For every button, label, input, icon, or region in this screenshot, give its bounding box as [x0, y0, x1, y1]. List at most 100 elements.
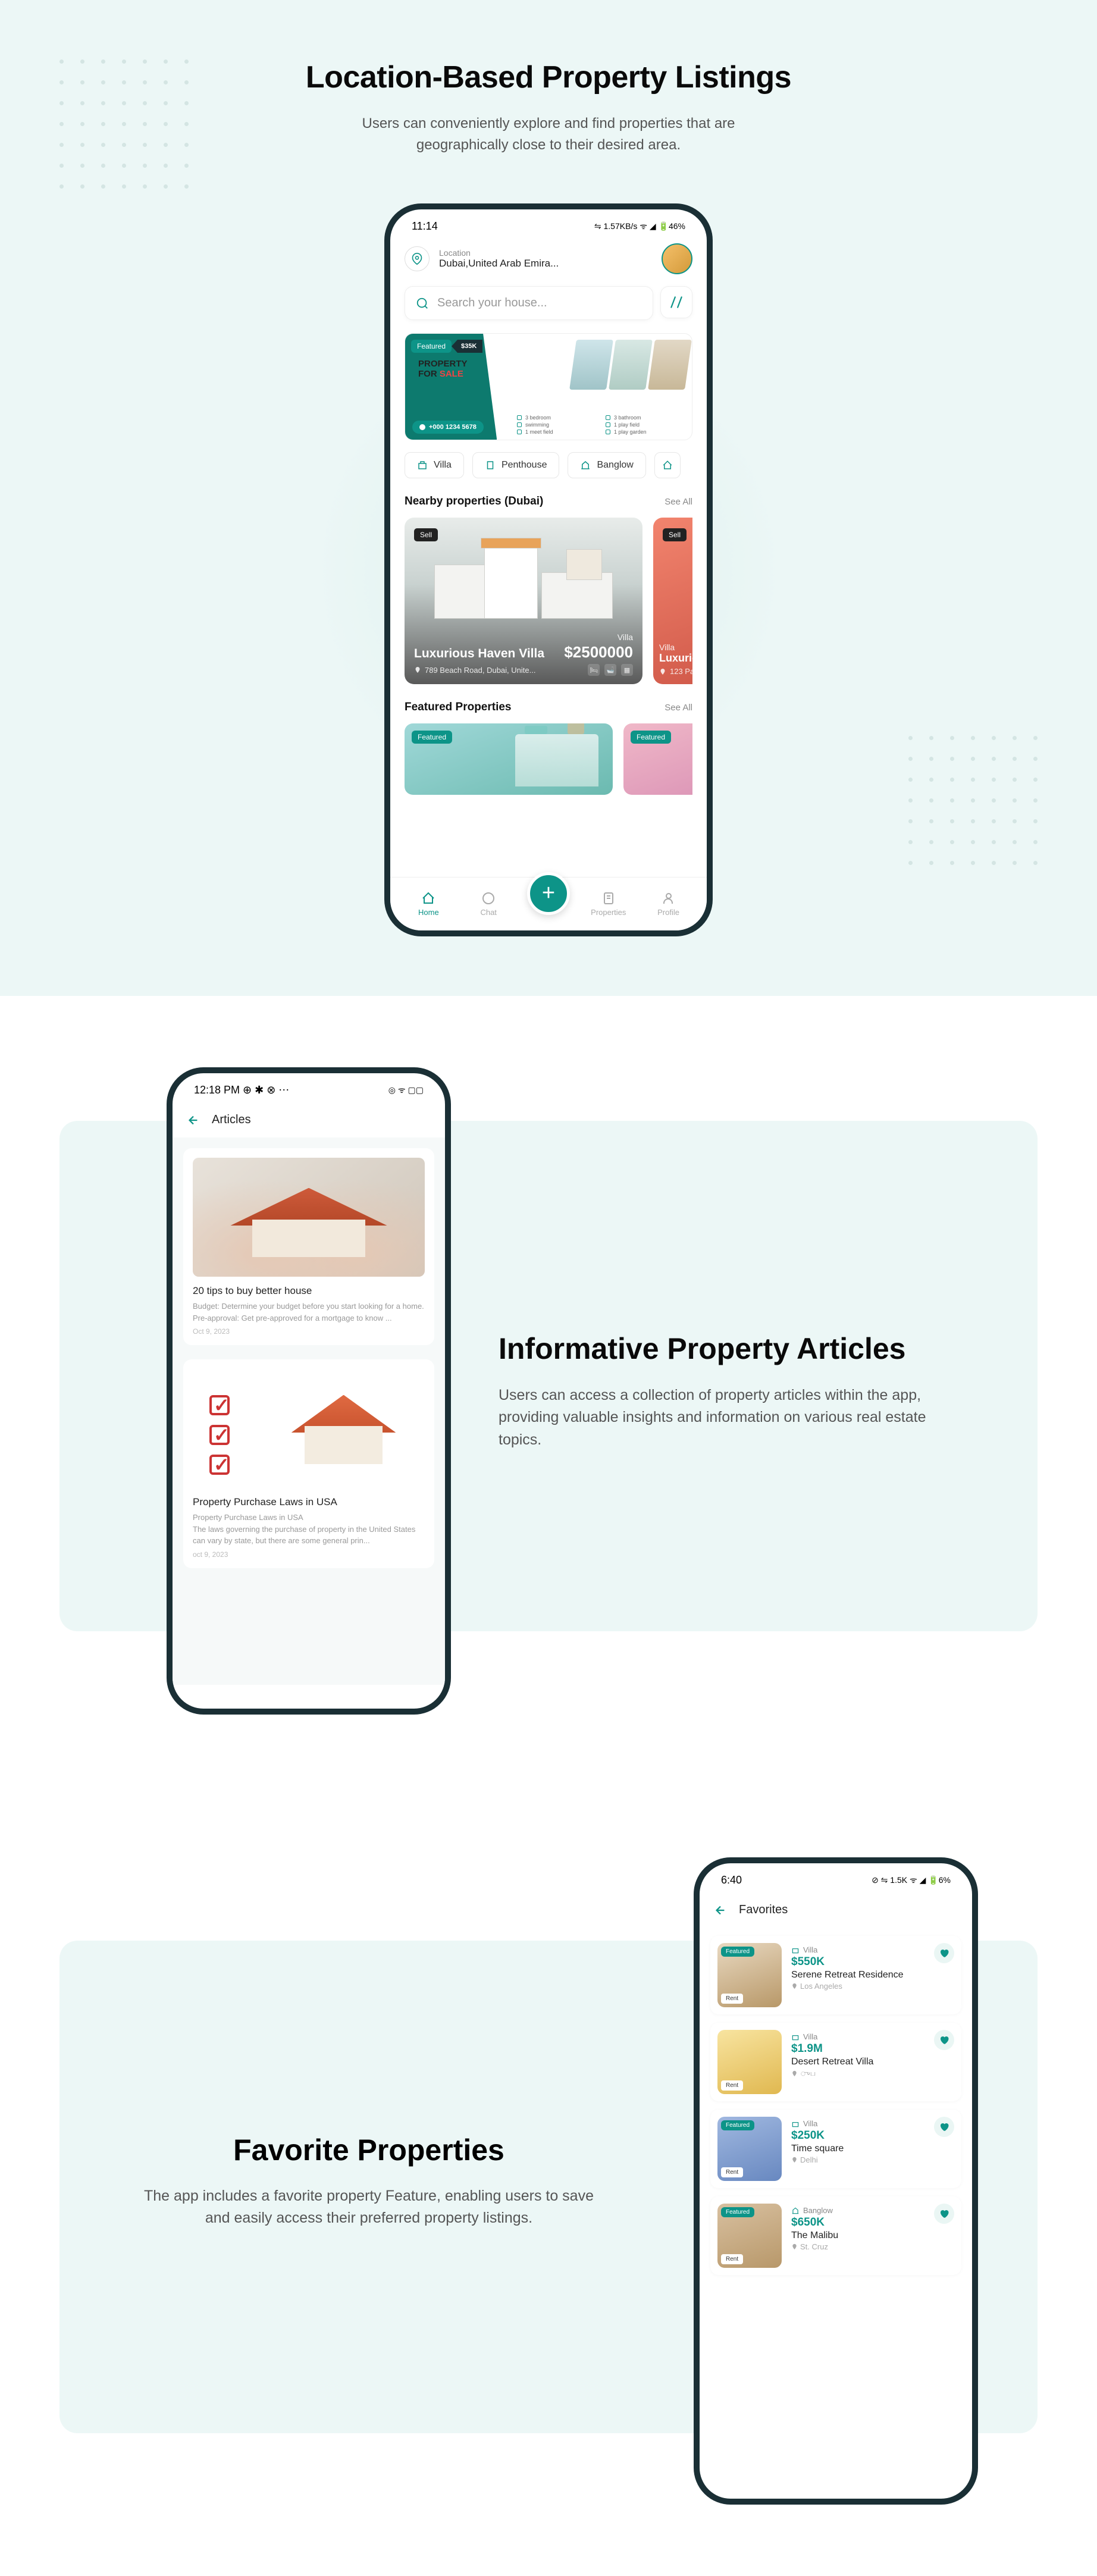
chip-villa[interactable]: Villa	[405, 452, 464, 478]
property-title: Luxurious Haven Villa	[414, 647, 544, 661]
featured-see-all[interactable]: See All	[665, 703, 692, 713]
favorite-name: Time square	[791, 2143, 954, 2154]
amenity-icon: 🛁	[604, 664, 616, 676]
featured-card[interactable]: Featured	[623, 723, 692, 795]
article-card[interactable]: 20 tips to buy better house Budget: Dete…	[183, 1148, 434, 1345]
favorite-item[interactable]: Featured Rent Banglow $650K The Malibu S…	[710, 2196, 961, 2275]
property-title: Luxuriou	[659, 652, 692, 665]
favorite-item[interactable]: Rent Villa $1.9M Desert Retreat Villa ுப	[710, 2023, 961, 2101]
rent-badge: Rent	[721, 1994, 743, 2004]
sell-badge: Sell	[663, 528, 687, 541]
featured-title: Featured Properties	[405, 701, 512, 714]
fab-add-button[interactable]: +	[527, 872, 570, 915]
search-icon	[416, 297, 429, 310]
nav-properties[interactable]: Properties	[587, 891, 630, 917]
article-image	[193, 1158, 425, 1277]
property-type: Villa	[414, 632, 633, 642]
favorite-name: The Malibu	[791, 2230, 954, 2241]
property-address: 789 Beach Road, Dubai, Unite...	[425, 666, 535, 675]
amenity-icon: 🛏	[588, 664, 600, 676]
status-bar: 12:18 PM ⊕ ✱ ⊗ ⋯ ◎ ᯤ ▢▢	[173, 1073, 445, 1102]
pin-icon	[791, 1983, 798, 1989]
article-title: 20 tips to buy better house	[193, 1285, 425, 1297]
property-card[interactable]: Sell Villa Luxurious Haven Villa	[405, 518, 642, 684]
building-icon	[791, 1946, 800, 1954]
featured-badge: Featured	[412, 731, 452, 744]
phone-mockup-articles: 12:18 PM ⊕ ✱ ⊗ ⋯ ◎ ᯤ ▢▢ Articles 20 tips…	[167, 1067, 451, 1715]
favorite-item[interactable]: Featured Rent Villa $550K Serene Retreat…	[710, 1936, 961, 2014]
section-subtitle: Users can conveniently explore and find …	[316, 113, 781, 156]
favorite-location: ுப	[791, 2069, 954, 2079]
featured-badge: Featured	[411, 340, 452, 353]
back-icon[interactable]	[714, 1904, 727, 1917]
article-card[interactable]: Property Purchase Laws in USA Property P…	[183, 1359, 434, 1568]
favorite-price: $550K	[791, 1955, 954, 1969]
favorite-item[interactable]: Featured Rent Villa $250K Time square De…	[710, 2110, 961, 2188]
banner-text: PROPERTY FOR SALE	[418, 359, 468, 379]
property-price: $2500000	[564, 643, 633, 662]
nearby-see-all[interactable]: See All	[665, 497, 692, 507]
search-input[interactable]: Search your house...	[405, 286, 653, 320]
nav-chat[interactable]: Chat	[467, 891, 510, 917]
location-value[interactable]: Dubai,United Arab Emira...	[439, 258, 559, 269]
home-icon	[662, 460, 673, 471]
favorite-image: Featured Rent	[717, 2117, 782, 2181]
banner-phone: +000 1234 5678	[412, 421, 484, 434]
heart-button[interactable]	[934, 2204, 954, 2224]
status-indicators: ⇋ 1.57KB/s ᯤ ◢ 🔋46%	[594, 221, 685, 232]
rent-badge: Rent	[721, 2080, 743, 2091]
chip-penthouse[interactable]: Penthouse	[472, 452, 560, 478]
promo-banner[interactable]: Featured $35K PROPERTY FOR SALE 3 bedroo…	[405, 333, 692, 440]
banner-images	[573, 340, 688, 390]
favorite-image: Rent	[717, 2030, 782, 2094]
sell-badge: Sell	[414, 528, 438, 541]
building-icon	[417, 460, 428, 471]
chat-icon	[481, 891, 496, 905]
favorites-title: Favorites	[739, 1903, 788, 1917]
chip-banglow[interactable]: Banglow	[568, 452, 645, 478]
pin-icon	[659, 668, 666, 675]
status-bar: 6:40 ⊘ ⇋ 1.5K ᯤ ◢ 🔋6%	[700, 1863, 972, 1892]
favorite-price: $1.9M	[791, 2042, 954, 2055]
section-title: Informative Property Articles	[499, 1331, 945, 1367]
favorite-type: Villa	[791, 2032, 954, 2041]
banner-features: 3 bedroom 3 bathroom swimming 1 play fie…	[517, 415, 684, 435]
property-type: Villa	[659, 643, 692, 652]
banner-price: $35K	[452, 340, 482, 353]
featured-badge: Featured	[631, 731, 671, 744]
rent-badge: Rent	[721, 2254, 743, 2264]
heart-button[interactable]	[934, 2030, 954, 2050]
section-favorites: Favorite Properties The app includes a f…	[0, 1786, 1097, 2576]
chip-more[interactable]	[654, 452, 681, 478]
section-articles: 12:18 PM ⊕ ✱ ⊗ ⋯ ◎ ᯤ ▢▢ Articles 20 tips…	[0, 996, 1097, 1786]
rent-badge: Rent	[721, 2167, 743, 2177]
avatar[interactable]	[662, 243, 692, 274]
building-icon	[791, 2033, 800, 2041]
nav-home[interactable]: Home	[407, 891, 450, 917]
article-excerpt: Property Purchase Laws in USA The laws g…	[193, 1512, 425, 1547]
featured-card[interactable]: Featured	[405, 723, 613, 795]
property-image	[434, 541, 613, 619]
filter-button[interactable]	[660, 286, 692, 318]
home-icon	[421, 891, 435, 905]
section-body: Users can access a collection of propert…	[499, 1384, 945, 1452]
featured-badge: Featured	[721, 2207, 754, 2217]
building-icon	[580, 460, 591, 471]
properties-icon	[601, 891, 616, 905]
back-icon[interactable]	[187, 1114, 200, 1127]
location-pin-icon[interactable]	[405, 246, 430, 271]
category-chips: Villa Penthouse Banglow	[405, 452, 692, 478]
phone-mockup-favorites: 6:40 ⊘ ⇋ 1.5K ᯤ ◢ 🔋6% Favorites Featured…	[694, 1857, 978, 2505]
section-body: The app includes a favorite property Fea…	[131, 2185, 607, 2230]
pin-icon	[791, 2070, 798, 2077]
heart-button[interactable]	[934, 2117, 954, 2137]
building-icon	[791, 2207, 800, 2215]
building-icon	[791, 2120, 800, 2128]
property-card[interactable]: Sell Villa Luxuriou 123 Palm	[653, 518, 692, 684]
favorite-name: Desert Retreat Villa	[791, 2057, 954, 2067]
article-image	[193, 1369, 425, 1488]
featured-badge: Featured	[721, 1947, 754, 1957]
decorative-dots	[59, 59, 189, 189]
nav-profile[interactable]: Profile	[647, 891, 690, 917]
heart-button[interactable]	[934, 1943, 954, 1963]
